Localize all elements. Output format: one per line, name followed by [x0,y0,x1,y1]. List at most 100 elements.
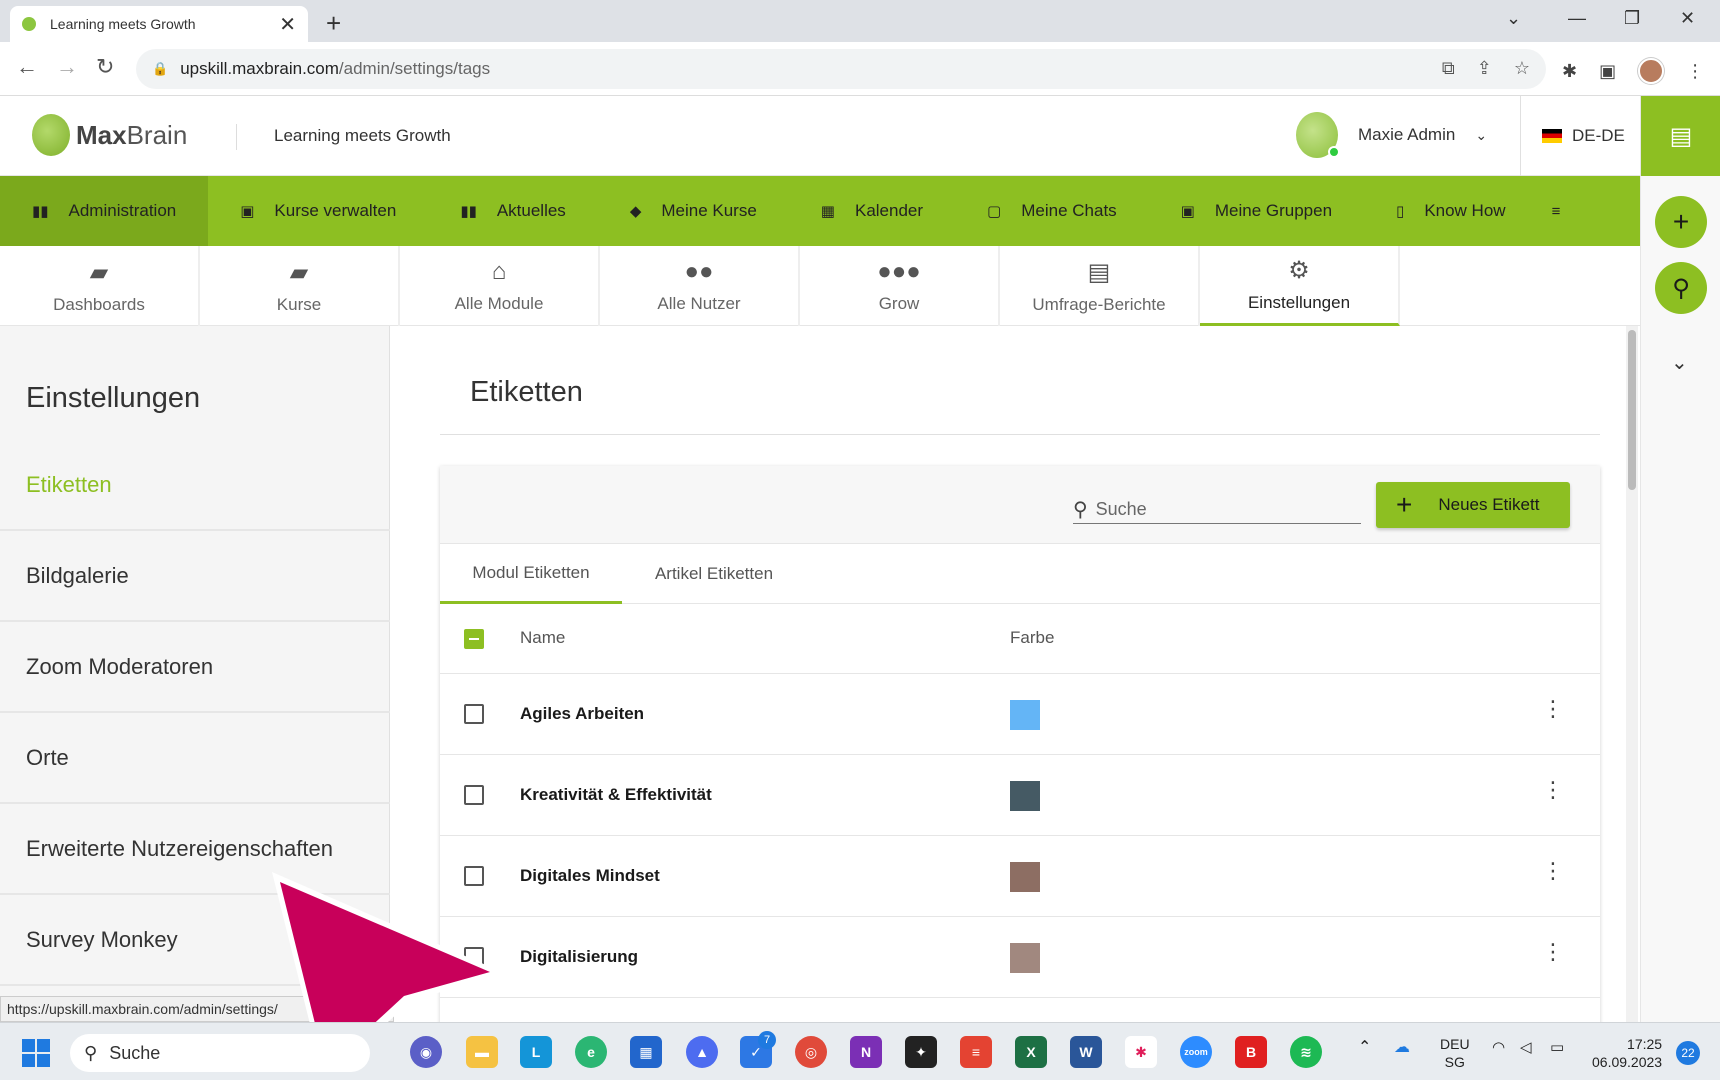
tab-grow[interactable]: ●●● Grow [800,246,1000,326]
notification-badge[interactable]: 22 [1676,1041,1700,1065]
excel-icon[interactable]: X [1015,1036,1047,1068]
tab-alle-module[interactable]: ⌂ Alle Module [400,246,600,326]
address-bar[interactable]: 🔒 upskill.maxbrain.com/admin/settings/ta… [136,49,1546,89]
share-icon[interactable]: ⇪ [1477,58,1492,79]
tab-label: Alle Nutzer [657,294,741,313]
page-scrollbar[interactable] [1626,326,1638,1026]
search-input[interactable]: ⚲ Suche [1073,496,1361,524]
figma-icon[interactable]: ✦ [905,1036,937,1068]
forward-icon[interactable]: → [56,54,78,80]
tray-overflow-icon[interactable]: ⌃ [1358,1039,1371,1057]
nav-aktuelles[interactable]: ▮▮ Aktuelles [428,176,598,246]
tab-einstellungen[interactable]: ⚙ Einstellungen [1200,246,1400,326]
tab-search-chevron-icon[interactable]: ⌄ [1506,8,1521,29]
chrome-browser-icon[interactable]: ◎ [795,1036,827,1068]
chevron-down-icon[interactable]: ⌄ [1671,350,1688,375]
nav-meine-gruppen[interactable]: ▣ Meine Gruppen [1149,176,1364,246]
affinity-app-icon[interactable]: ▲ [686,1036,718,1068]
scrollbar-thumb[interactable] [1628,330,1636,490]
new-tag-button[interactable]: + Neues Etikett [1376,482,1570,528]
edge-browser-icon[interactable]: e [575,1036,607,1068]
language-selector[interactable]: DE-DE [1542,126,1625,146]
color-swatch [1010,781,1040,811]
tab-label: Einstellungen [1247,293,1351,312]
user-menu[interactable]: Maxie Admin ⌄ [1296,112,1487,158]
tab-artikel-etiketten[interactable]: Artikel Etiketten [622,544,806,604]
taskbar-search[interactable]: ⚲ Suche [70,1034,370,1072]
slack-icon[interactable]: ✱ [1125,1036,1157,1068]
translate-icon[interactable]: ⧉ [1442,58,1455,79]
input-language[interactable]: DEU SG [1440,1035,1470,1071]
file-explorer-icon[interactable]: ▬ [466,1036,498,1068]
language-label: DE-DE [1572,126,1625,145]
restore-icon[interactable]: ❐ [1624,8,1640,29]
nav-kalender[interactable]: ▦ Kalender [789,176,955,246]
todoist-icon[interactable]: ≡ [960,1036,992,1068]
maxbrain-logo[interactable]: MaxBrain [32,114,187,156]
tab-dashboards[interactable]: ▰ Dashboards [0,246,200,326]
nav-administration[interactable]: ▮▮ Administration [0,176,209,246]
nav-know-how[interactable]: ▯ Know How [1364,176,1538,246]
close-window-icon[interactable]: ✕ [1680,8,1695,29]
back-icon[interactable]: ← [16,54,38,80]
tab-alle-nutzer[interactable]: ●● Alle Nutzer [600,246,800,326]
browser-menu-icon[interactable]: ⋮ [1686,61,1704,82]
browser-tab[interactable]: Learning meets Growth ✕ [10,6,308,42]
todo-badge: 7 [758,1031,776,1049]
spotify-icon[interactable]: ≋ [1290,1036,1322,1068]
bookmark-star-icon[interactable]: ☆ [1514,58,1530,79]
more-options-icon[interactable]: ⋮ [1542,698,1564,720]
tag-name: Agiles Arbeiten [520,704,645,723]
more-options-icon[interactable]: ⋮ [1542,860,1564,882]
more-options-icon[interactable]: ⋮ [1542,779,1564,801]
admin-subtabs: ▰ Dashboards ▰ Kurse ⌂ Alle Module ●● Alle N… [0,246,1640,326]
side-panel-icon[interactable]: ▣ [1599,61,1616,82]
row-checkbox[interactable] [464,704,484,724]
zoom-icon[interactable]: zoom [1180,1036,1212,1068]
dashboard-icon: ▰ [89,258,109,286]
wifi-icon[interactable]: ◠ [1492,1039,1505,1057]
app-header: MaxBrain Learning meets Growth Maxie Adm… [0,96,1640,176]
clock-date: 06.09.2023 [1592,1054,1663,1070]
volume-icon[interactable]: ◁ [1520,1039,1532,1057]
minimize-icon[interactable]: — [1568,8,1586,29]
bitdefender-icon[interactable]: B [1235,1036,1267,1068]
lexicon-app-icon[interactable]: L [520,1036,552,1068]
collapse-nav-button[interactable]: ≡ [1538,176,1575,246]
tab-modul-etiketten[interactable]: Modul Etiketten [440,544,622,604]
nav-kurse-verwalten[interactable]: ▣ Kurse verwalten [208,176,428,246]
close-tab-icon[interactable]: ✕ [279,12,296,37]
taskbar-clock[interactable]: 17:25 06.09.2023 [1592,1035,1662,1071]
onedrive-icon[interactable]: ☁ [1394,1039,1410,1057]
select-all-checkbox[interactable] [464,629,484,649]
reload-icon[interactable]: ↻ [96,54,114,80]
tag-type-tabs: Modul Etiketten Artikel Etiketten [440,544,1600,604]
row-checkbox[interactable] [464,785,484,805]
windows-start-icon[interactable] [22,1039,50,1067]
table-header: Name Farbe [440,604,1600,674]
sidebar-item-zoom-moderatoren[interactable]: Zoom Moderatoren [0,622,390,713]
teams-chat-icon[interactable]: ◉ [410,1036,442,1068]
onenote-icon[interactable]: N [850,1036,882,1068]
store-icon[interactable]: ▦ [630,1036,662,1068]
right-action-column: ▤ + ⚲ ⌄ [1640,96,1720,1022]
chat-button[interactable]: ▤ [1641,96,1720,176]
extensions-icon[interactable]: ✱ [1562,61,1577,82]
sidebar-item-bildgalerie[interactable]: Bildgalerie [0,531,390,622]
profile-avatar[interactable] [1638,58,1665,84]
sidebar-item-etiketten[interactable]: Etiketten [0,440,390,531]
battery-icon[interactable]: ▭ [1550,1039,1564,1057]
sidebar-item-orte[interactable]: Orte [0,713,390,804]
search-button[interactable]: ⚲ [1655,262,1707,314]
add-button[interactable]: + [1655,196,1707,248]
nav-meine-kurse[interactable]: ◆ Meine Kurse [598,176,789,246]
word-icon[interactable]: W [1070,1036,1102,1068]
tab-kurse[interactable]: ▰ Kurse [200,246,400,326]
more-options-icon[interactable]: ⋮ [1542,941,1564,963]
nav-label: Administration [68,201,177,220]
nav-meine-chats[interactable]: ▢ Meine Chats [955,176,1149,246]
tab-label: Umfrage-Berichte [1032,294,1166,314]
new-tab-button[interactable]: + [326,8,341,39]
tab-umfrage-berichte[interactable]: ▤ Umfrage-Berichte [1000,246,1200,326]
windows-taskbar: ⚲ Suche ◉ ▬ L e ▦ ▲ ✓ 7 ◎ N ✦ ≡ X W ✱ zo… [0,1022,1720,1080]
